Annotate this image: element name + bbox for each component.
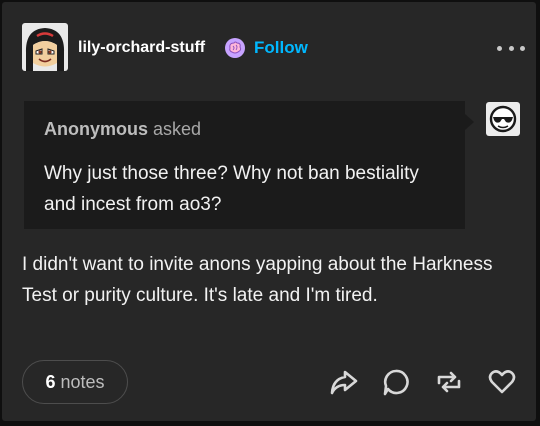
ask-box: Anonymous asked Why just those three? Wh… (24, 101, 465, 229)
notes-count: 6 (45, 371, 56, 392)
anonymous-sunglasses-icon (486, 102, 520, 136)
more-dot-icon (508, 45, 514, 51)
blog-avatar[interactable] (22, 23, 68, 71)
more-dot-icon (520, 45, 525, 51)
ask-bubble-tail (465, 114, 474, 130)
reblog-icon[interactable] (434, 367, 464, 397)
post-card: lily-orchard-stuff Follow Anonymous aske… (2, 2, 536, 421)
blog-name-link[interactable]: lily-orchard-stuff (78, 38, 205, 58)
heart-icon[interactable] (487, 367, 517, 397)
more-options-icon[interactable] (497, 38, 525, 58)
more-dot-icon (497, 45, 502, 51)
ask-question: Why just those three? Why not ban bestia… (44, 163, 419, 215)
reply-icon[interactable] (381, 367, 411, 397)
share-icon[interactable] (328, 367, 358, 397)
notes-button[interactable]: 6 notes (22, 360, 128, 404)
follow-button[interactable]: Follow (254, 37, 308, 59)
asked-label: asked (153, 119, 202, 139)
asker-name: Anonymous (44, 119, 149, 139)
post-header: lily-orchard-stuff Follow (2, 2, 536, 88)
notes-label: notes (60, 371, 105, 392)
brain-badge-icon[interactable] (224, 37, 246, 59)
answer-text: I didn't want to invite anons yapping ab… (22, 254, 493, 306)
ask-attribution: Anonymous asked (44, 117, 201, 141)
